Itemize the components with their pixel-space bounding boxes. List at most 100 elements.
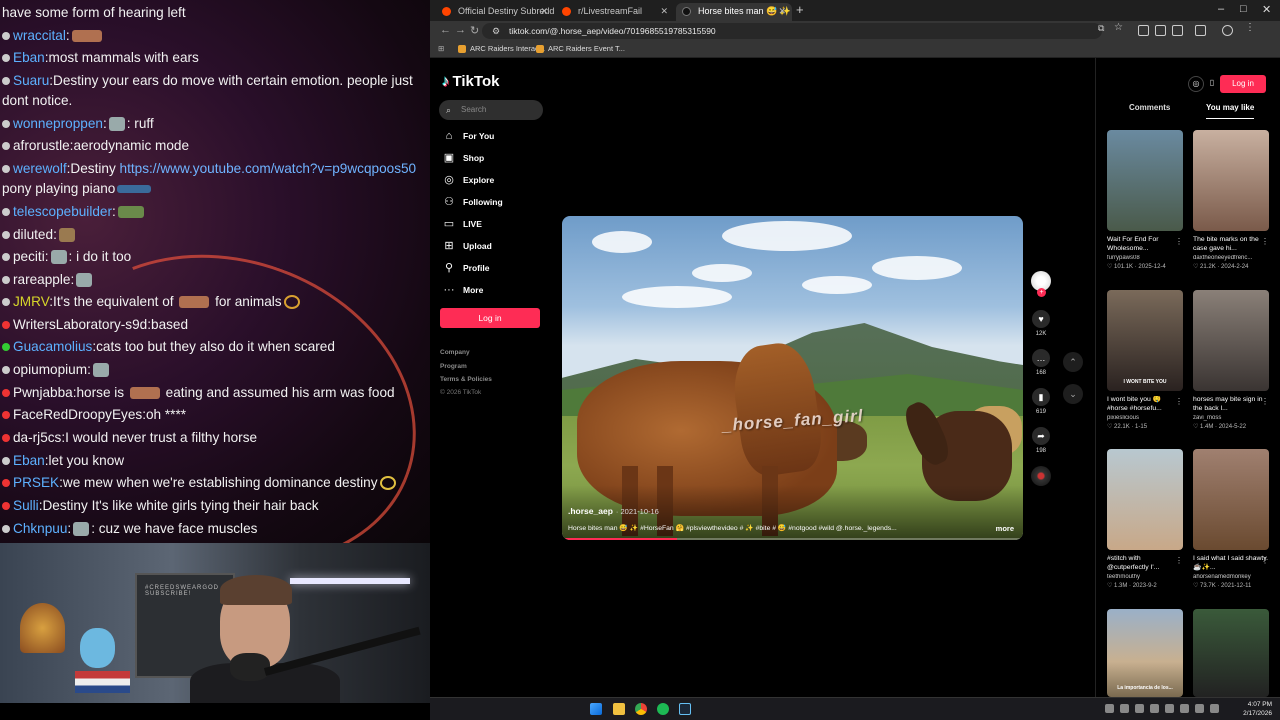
next-video-chevron-down-icon[interactable]: ⌄ bbox=[1063, 384, 1083, 404]
close-tab-icon[interactable]: ✕ bbox=[778, 3, 786, 19]
video-progress-bar[interactable] bbox=[562, 538, 1023, 540]
chat-username[interactable]: opiumopium bbox=[13, 362, 87, 377]
extensions-puzzle-icon[interactable] bbox=[1195, 25, 1206, 36]
login-button[interactable]: Log in bbox=[440, 308, 540, 328]
recommended-video-card[interactable] bbox=[1193, 609, 1269, 697]
recommended-video-card[interactable]: I WONT BITE YOU I wont bite you 🤤 #horse… bbox=[1107, 290, 1183, 430]
footer-terms-link[interactable]: Terms & Policies bbox=[440, 376, 492, 383]
card-more-icon[interactable]: ⋮ bbox=[1175, 397, 1183, 406]
recommended-video-card[interactable]: Wait For End For Wholesome... furrypaws0… bbox=[1107, 130, 1183, 270]
like-button[interactable]: ♥ 12K bbox=[1030, 310, 1052, 337]
tray-app-icon[interactable] bbox=[1180, 704, 1189, 713]
bookmark-star-icon[interactable]: ☆ bbox=[1114, 22, 1125, 33]
network-icon[interactable] bbox=[1195, 704, 1204, 713]
follow-plus-icon[interactable]: + bbox=[1037, 288, 1046, 297]
recommended-video-card[interactable]: horses may bite sign in the back l... za… bbox=[1193, 290, 1269, 430]
video-thumbnail[interactable] bbox=[1193, 290, 1269, 391]
chrome-icon[interactable] bbox=[635, 703, 647, 715]
windows-start-icon[interactable] bbox=[590, 703, 602, 715]
tray-app-icon[interactable] bbox=[1165, 704, 1174, 713]
chat-username[interactable]: Eban bbox=[13, 50, 45, 65]
bookmark-arc-event[interactable]: ARC Raiders Event T... bbox=[536, 44, 625, 53]
chat-username[interactable]: werewolf bbox=[13, 161, 67, 176]
extension-icon[interactable] bbox=[1155, 25, 1166, 36]
chat-username[interactable]: JMRV bbox=[13, 294, 49, 309]
close-tab-icon[interactable]: ✕ bbox=[660, 3, 668, 19]
tab-livestreamfail[interactable]: r/LivestreamFail ✕ bbox=[556, 3, 674, 21]
video-thumbnail[interactable] bbox=[1107, 449, 1183, 550]
video-thumbnail[interactable]: La importancia de los... bbox=[1107, 609, 1183, 697]
chat-username[interactable]: da-rj5cs bbox=[13, 430, 61, 445]
card-more-icon[interactable]: ⋮ bbox=[1175, 556, 1183, 565]
menu-kebab-icon[interactable]: ⋮ bbox=[1245, 22, 1256, 33]
volume-icon[interactable] bbox=[1210, 704, 1219, 713]
chat-username[interactable]: Guacamolius bbox=[13, 339, 92, 354]
card-more-icon[interactable]: ⋮ bbox=[1261, 397, 1269, 406]
url-field[interactable]: ⚙ tiktok.com/@.horse_aep/video/7019685519… bbox=[482, 23, 1102, 39]
nav-explore[interactable]: ◎ Explore bbox=[442, 173, 494, 187]
chat-username[interactable]: wonneproppen bbox=[13, 116, 103, 131]
card-more-icon[interactable]: ⋮ bbox=[1261, 556, 1269, 565]
video-player[interactable]: _horse_fan_girl .horse_aep · 2021-10-16 H… bbox=[562, 216, 1023, 540]
chat-username[interactable]: afrorustle bbox=[13, 138, 70, 153]
chat-username[interactable]: PRSEK bbox=[13, 475, 59, 490]
close-tab-icon[interactable]: ✕ bbox=[540, 3, 548, 19]
nav-upload[interactable]: ⊞ Upload bbox=[442, 239, 491, 253]
nav-for-you[interactable]: ⌂ For You bbox=[442, 129, 495, 143]
comment-button[interactable]: … 168 bbox=[1030, 349, 1052, 376]
extension-icon[interactable] bbox=[1138, 25, 1149, 36]
chat-username[interactable]: Eban bbox=[13, 453, 45, 468]
system-clock[interactable]: 4:07 PM 2/17/2026 bbox=[1243, 700, 1272, 718]
footer-program-link[interactable]: Program bbox=[440, 363, 467, 370]
chat-username[interactable]: Suaru bbox=[13, 73, 49, 88]
nav-following[interactable]: ⚇ Following bbox=[442, 195, 503, 209]
card-username[interactable]: furrypaws08 bbox=[1107, 255, 1183, 261]
save-button[interactable]: ▮ 619 bbox=[1030, 388, 1052, 415]
recommended-video-card[interactable]: La importancia de los... bbox=[1107, 609, 1183, 697]
install-app-icon[interactable]: ⧉ bbox=[1098, 23, 1109, 34]
chat-username[interactable]: wraccital bbox=[13, 28, 66, 43]
tray-app-icon[interactable] bbox=[1150, 704, 1159, 713]
chat-username[interactable]: rareapple bbox=[13, 272, 70, 287]
tab-destiny-subreddit[interactable]: Official Destiny Subreddit ✕ bbox=[436, 3, 554, 21]
forward-icon[interactable]: → bbox=[455, 24, 466, 36]
site-info-icon[interactable]: ⚙ bbox=[492, 23, 500, 39]
nav-live[interactable]: ▭ LIVE bbox=[442, 217, 482, 231]
card-username[interactable]: ahorsenamedmonkey bbox=[1193, 574, 1269, 580]
tiktok-logo[interactable]: ♪ TikTok bbox=[442, 73, 499, 90]
steam-icon[interactable] bbox=[679, 703, 691, 715]
nav-more[interactable]: ··· More bbox=[442, 283, 484, 297]
card-username[interactable]: daxtheoneeyedfrenc... bbox=[1193, 255, 1269, 261]
card-username[interactable]: zavi_moss bbox=[1193, 415, 1269, 421]
chat-username[interactable]: Pwnjabba bbox=[13, 385, 73, 400]
bookmark-arc-interactive[interactable]: ARC Raiders Interac... bbox=[458, 44, 545, 53]
video-author[interactable]: .horse_aep · 2021-10-16 bbox=[568, 506, 659, 516]
maximize-button[interactable]: □ bbox=[1240, 3, 1247, 15]
file-explorer-icon[interactable] bbox=[613, 703, 625, 715]
caption-more-button[interactable]: more bbox=[996, 524, 1014, 533]
profile-avatar-icon[interactable] bbox=[1222, 25, 1233, 36]
tab-tiktok[interactable]: Horse bites man 😅 ✨ #Horse✕ bbox=[676, 3, 792, 21]
close-window-button[interactable]: ✕ bbox=[1262, 3, 1271, 16]
music-disc-icon[interactable] bbox=[1031, 466, 1051, 486]
extension-icon[interactable] bbox=[1172, 25, 1183, 36]
tray-app-icon[interactable] bbox=[1135, 704, 1144, 713]
previous-video-chevron-up-icon[interactable]: ⌃ bbox=[1063, 352, 1083, 372]
recommended-video-card[interactable]: I said what I said shawty. ☕✨... ahorsen… bbox=[1193, 449, 1269, 589]
tab-you-may-like[interactable]: You may like bbox=[1206, 103, 1255, 119]
minimize-button[interactable]: – bbox=[1218, 3, 1224, 15]
header-login-button[interactable]: Log in bbox=[1220, 75, 1266, 93]
reload-icon[interactable]: ↻ bbox=[470, 24, 479, 37]
nav-profile[interactable]: ⚲ Profile bbox=[442, 261, 489, 275]
tray-chevron-icon[interactable] bbox=[1105, 704, 1114, 713]
chat-username[interactable]: telescopebuilder bbox=[13, 204, 112, 219]
tray-app-icon[interactable] bbox=[1120, 704, 1129, 713]
card-username[interactable]: pixieslicious bbox=[1107, 415, 1183, 421]
tab-comments[interactable]: Comments bbox=[1129, 103, 1170, 119]
chat-username[interactable]: WritersLaboratory-s9d bbox=[13, 317, 147, 332]
chat-link[interactable]: https://www.youtube.com/watch?v=p9wcqpoo… bbox=[120, 161, 417, 176]
apps-grid-icon[interactable]: ⊞ bbox=[438, 44, 444, 53]
footer-company-link[interactable]: Company bbox=[440, 349, 470, 356]
chat-username[interactable]: FaceRedDroopyEyes bbox=[13, 407, 142, 422]
video-thumbnail[interactable] bbox=[1193, 130, 1269, 231]
